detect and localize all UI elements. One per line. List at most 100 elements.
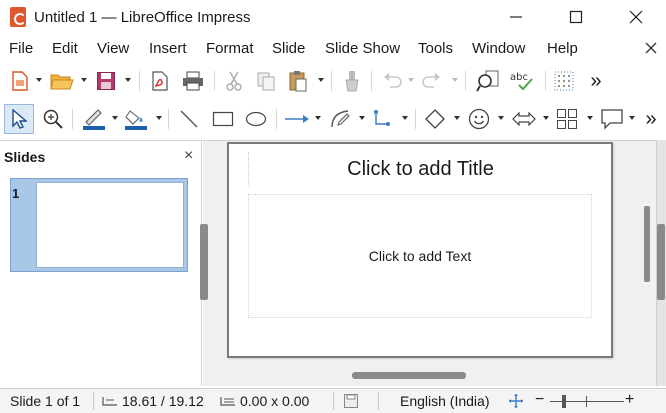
slide-thumbnail[interactable] [36,182,184,268]
symbol-shapes-dropdown-arrow[interactable] [498,116,504,120]
block-arrows-button[interactable] [510,106,538,132]
fill-color-button[interactable] [122,106,150,132]
clone-formatting-button[interactable] [340,68,364,94]
open-button[interactable] [48,68,76,94]
menu-window[interactable]: Window [472,40,525,57]
basic-shapes-dropdown-arrow[interactable] [454,116,460,120]
curve-dropdown-arrow[interactable] [359,116,365,120]
block-arrows-icon [512,112,536,126]
sidebar-collapse-handle[interactable] [657,224,665,300]
line-color-dropdown-arrow[interactable] [112,116,118,120]
line-button[interactable] [176,106,202,132]
menu-format[interactable]: Format [206,40,254,57]
paste-dropdown-arrow[interactable] [318,78,324,82]
status-separator [378,392,379,410]
language-status[interactable]: English (India) [400,393,490,409]
slides-panel-close-button[interactable]: × [184,147,193,165]
more-tools-button[interactable]: » [585,68,607,94]
line-arrow-dropdown-arrow[interactable] [315,116,321,120]
callout-dropdown-arrow[interactable] [629,116,635,120]
save-icon [97,72,115,90]
menu-edit[interactable]: Edit [52,40,78,57]
fill-color-dropdown-arrow[interactable] [156,116,162,120]
grid-icon [554,71,574,91]
maximize-button[interactable] [546,0,606,34]
menu-slide-show[interactable]: Slide Show [325,40,400,57]
zoom-in-button[interactable]: + [625,391,634,409]
connector-button[interactable] [370,106,396,132]
toolbar-separator [415,109,416,129]
grid-button[interactable] [552,68,576,94]
block-arrows-dropdown-arrow[interactable] [543,116,549,120]
close-button[interactable] [606,0,666,34]
print-icon [183,71,203,91]
connector-dropdown-arrow[interactable] [402,116,408,120]
close-icon [645,42,657,54]
spelling-button[interactable]: abc [508,68,538,94]
title-bar: Untitled 1 — LibreOffice Impress [0,0,666,34]
zoom-pan-button[interactable] [40,106,66,132]
print-button[interactable] [180,68,206,94]
clone-formatting-icon [345,71,359,92]
title-placeholder[interactable]: Click to add Title [248,152,592,186]
maximize-icon [569,10,583,24]
find-replace-button[interactable] [474,68,502,94]
undo-button[interactable] [380,68,404,94]
flowchart-icon [557,109,577,129]
vertical-scrollbar-thumb[interactable] [644,206,650,282]
status-separator [93,392,94,410]
fit-slide-icon[interactable] [508,393,524,409]
new-dropdown-arrow[interactable] [36,78,42,82]
zoom-slider-center-mark [586,396,587,407]
line-arrow-icon [285,115,309,123]
save-button[interactable] [94,68,118,94]
menu-tools[interactable]: Tools [418,40,453,57]
paste-button[interactable] [286,68,310,94]
ellipse-button[interactable] [242,106,270,132]
flowchart-dropdown-arrow[interactable] [587,116,593,120]
open-folder-icon [50,74,74,90]
save-dropdown-arrow[interactable] [125,78,131,82]
more-drawing-tools-button[interactable]: » [640,106,662,132]
panel-collapse-handle[interactable] [200,224,208,300]
line-color-button[interactable] [80,106,108,132]
cut-button[interactable] [222,68,246,94]
redo-dropdown-arrow[interactable] [452,78,458,82]
horizontal-scrollbar-thumb[interactable] [352,372,466,379]
window-title: Untitled 1 — LibreOffice Impress [34,8,251,26]
menu-file[interactable]: File [9,40,33,57]
symbol-shapes-button[interactable] [466,106,492,132]
window-controls [486,0,666,34]
new-document-icon [12,71,28,91]
zoom-out-button[interactable]: − [535,391,544,409]
copy-button[interactable] [254,68,278,94]
curve-button[interactable] [326,106,354,132]
find-replace-icon [476,70,499,92]
zoom-slider-thumb[interactable] [562,395,566,408]
fill-color-icon [125,110,147,130]
menu-help[interactable]: Help [547,40,578,57]
open-dropdown-arrow[interactable] [81,78,87,82]
redo-button[interactable] [420,68,444,94]
basic-shapes-button[interactable] [422,106,448,132]
new-document-button[interactable] [8,68,32,94]
slides-panel-title: Slides [4,149,46,165]
menu-view[interactable]: View [97,40,129,57]
undo-dropdown-arrow[interactable] [408,78,414,82]
standard-toolbar: abc » [0,64,666,98]
save-status-icon[interactable] [343,392,359,410]
close-document-button[interactable] [642,38,660,58]
minimize-button[interactable] [486,0,546,34]
spelling-icon: abc [510,72,533,91]
line-arrow-button[interactable] [282,106,312,132]
export-pdf-button[interactable] [148,68,172,94]
flowchart-button[interactable] [554,106,580,132]
undo-icon [384,73,402,88]
menu-slide[interactable]: Slide [272,40,305,57]
callout-button[interactable] [598,106,626,132]
position-icon [102,397,117,406]
select-button[interactable] [6,106,32,132]
menu-insert[interactable]: Insert [149,40,187,57]
rectangle-button[interactable] [210,106,236,132]
body-placeholder[interactable]: Click to add Text [248,194,592,318]
